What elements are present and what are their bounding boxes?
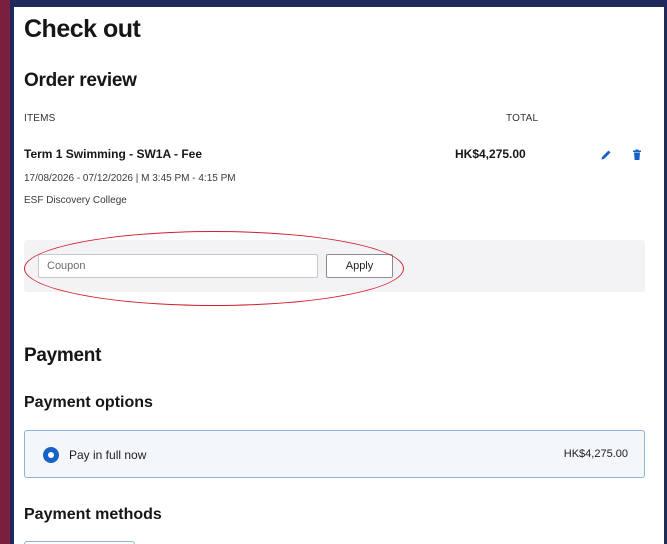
pencil-icon[interactable] xyxy=(600,148,612,160)
payment-option-pay-in-full[interactable]: Pay in full now HK$4,275.00 xyxy=(24,430,645,478)
item-location: ESF Discovery College xyxy=(24,195,127,206)
payment-option-amount: HK$4,275.00 xyxy=(563,448,628,460)
item-price: HK$4,275.00 xyxy=(455,147,526,161)
apply-coupon-button[interactable]: Apply xyxy=(326,254,393,278)
window-frame-left xyxy=(0,0,10,544)
trash-icon[interactable] xyxy=(631,148,643,160)
payment-heading: Payment xyxy=(24,345,102,366)
radio-selected-icon[interactable] xyxy=(43,447,59,463)
payment-methods-heading: Payment methods xyxy=(24,506,162,523)
items-column-header: ITEMS xyxy=(24,113,56,124)
item-name: Term 1 Swimming - SW1A - Fee xyxy=(24,147,203,161)
checkout-page: Check out Order review ITEMS TOTAL Term … xyxy=(14,7,664,544)
coupon-panel: Apply xyxy=(24,240,645,292)
window-frame-top xyxy=(10,0,667,7)
page-title: Check out xyxy=(24,15,141,43)
item-schedule: 17/08/2026 - 07/12/2026 | M 3:45 PM - 4:… xyxy=(24,173,236,184)
order-review-heading: Order review xyxy=(24,70,137,91)
coupon-input[interactable] xyxy=(38,254,318,278)
payment-option-label: Pay in full now xyxy=(69,448,147,462)
total-column-header: TOTAL xyxy=(506,113,539,124)
payment-options-heading: Payment options xyxy=(24,394,153,411)
